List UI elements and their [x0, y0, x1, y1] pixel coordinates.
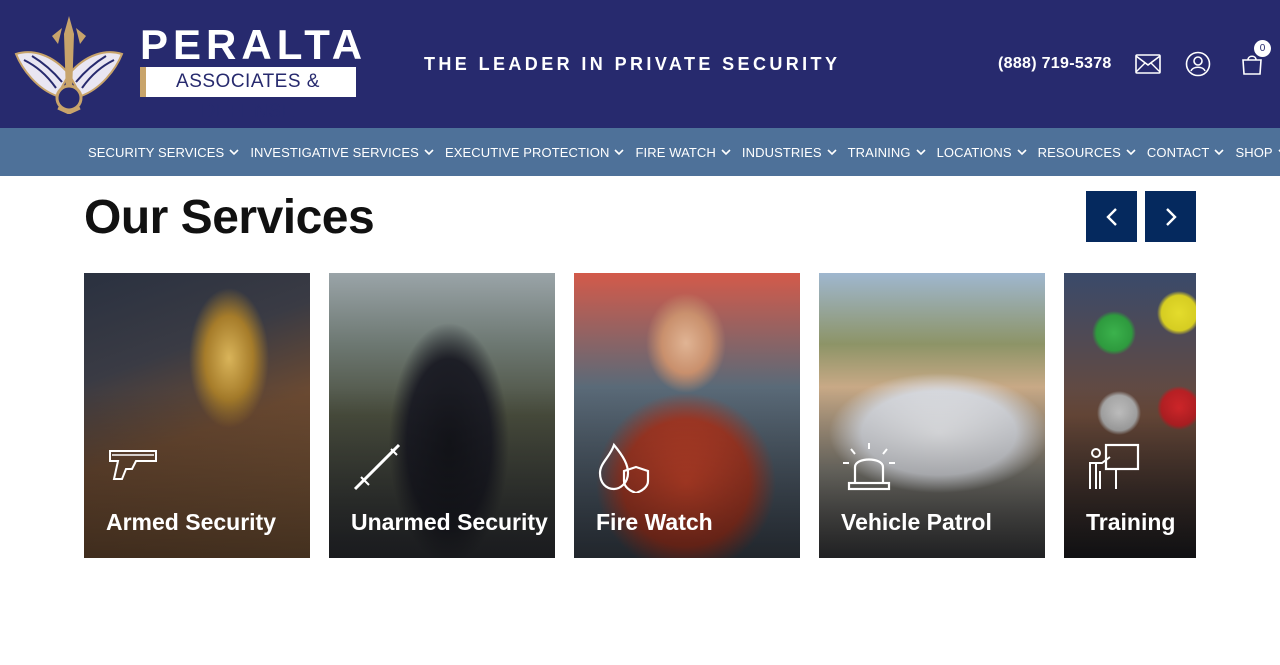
pistol-icon: [109, 450, 157, 480]
chevron-down-icon: [915, 147, 926, 157]
nav-item-resources[interactable]: RESOURCES: [1038, 145, 1136, 160]
nav-item-industries[interactable]: INDUSTRIES: [742, 145, 837, 160]
brand-subtitle[interactable]: ASSOCIATES & DEFENSE: [140, 67, 356, 122]
card-title: Vehicle Patrol: [841, 509, 992, 535]
nav-item-security-services[interactable]: SECURITY SERVICES: [88, 145, 239, 160]
nav-item-label: SHOP: [1235, 144, 1273, 160]
nav-item-locations[interactable]: LOCATIONS: [937, 145, 1027, 160]
chevron-down-icon: [229, 147, 239, 157]
nav-item-label: CONTACT: [1146, 144, 1210, 160]
nav-item-label: EXECUTIVE PROTECTION: [444, 144, 610, 160]
nav-item-label: TRAINING: [847, 144, 911, 160]
chevron-down-icon: [827, 147, 837, 157]
nav-item-fire-watch[interactable]: FIRE WATCH: [635, 144, 731, 160]
nav-list: SECURITY SERVICES INVESTIGATIVE SERVICES E…: [88, 128, 1280, 176]
baton-icon: [353, 443, 401, 491]
nav-item-shop[interactable]: SHOP: [1235, 145, 1280, 160]
chevron-left-icon: [1105, 207, 1117, 226]
mail-icon[interactable]: [1134, 50, 1162, 78]
chevron-down-icon: [1017, 147, 1027, 157]
services-carousel: Armed Security Unarmed Security Fire Wat…: [84, 273, 1196, 558]
service-card-training[interactable]: Training: [1064, 273, 1196, 558]
service-card-unarmed-security[interactable]: Unarmed Security: [329, 273, 555, 558]
nav-item-contact[interactable]: CONTACT: [1147, 145, 1225, 160]
chevron-down-icon: [614, 147, 625, 157]
nav-item-investigative-services[interactable]: INVESTIGATIVE SERVICES: [250, 145, 434, 160]
card-title: Armed Security: [106, 509, 277, 535]
card-title: Training: [1086, 509, 1176, 535]
tagline: THE LEADER IN PRIVATE SECURITY: [424, 54, 841, 74]
prev-arrow-button[interactable]: [1086, 191, 1137, 242]
chevron-down-icon: [424, 147, 434, 157]
user-icon[interactable]: [1184, 50, 1212, 78]
nav-item-executive-protection[interactable]: EXECUTIVE PROTECTION: [445, 145, 625, 160]
service-card-fire-watch[interactable]: Fire Watch: [574, 273, 800, 558]
phone-link[interactable]: (888) 719-5378: [998, 55, 1112, 73]
section-title: Our Services: [84, 191, 375, 244]
nav-item-label: SECURITY SERVICES: [88, 144, 225, 160]
siren-icon: [843, 443, 895, 491]
site-header: PERALTA ASSOCIATES & DEFENSE THE LEADER …: [0, 0, 1280, 128]
service-card-armed-security[interactable]: Armed Security: [84, 273, 310, 558]
chevron-down-icon: [1126, 147, 1136, 157]
card-title: Unarmed Security: [351, 509, 548, 535]
nav-item-label: LOCATIONS: [936, 144, 1012, 160]
nav-item-label: RESOURCES: [1037, 144, 1121, 160]
chevron-down-icon: [1214, 147, 1225, 157]
chevron-right-icon: [1165, 207, 1177, 226]
chevron-down-icon: [721, 147, 731, 157]
nav-item-label: FIRE WATCH: [635, 144, 716, 160]
flame-shield-icon: [598, 442, 650, 493]
nav-item-label: INVESTIGATIVE SERVICES: [250, 144, 419, 160]
main-nav: SECURITY SERVICES INVESTIGATIVE SERVICES E…: [0, 128, 1280, 176]
next-arrow-button[interactable]: [1145, 191, 1196, 242]
cart-count-badge: 0: [1254, 40, 1271, 57]
card-title: Fire Watch: [596, 509, 713, 535]
brand-name[interactable]: PERALTA: [140, 24, 367, 66]
nav-item-training[interactable]: TRAINING: [848, 145, 926, 160]
service-card-vehicle-patrol[interactable]: Vehicle Patrol: [819, 273, 1045, 558]
logo-emblem-icon[interactable]: [12, 14, 126, 114]
nav-item-label: INDUSTRIES: [741, 144, 822, 160]
presentation-icon: [1089, 443, 1140, 489]
